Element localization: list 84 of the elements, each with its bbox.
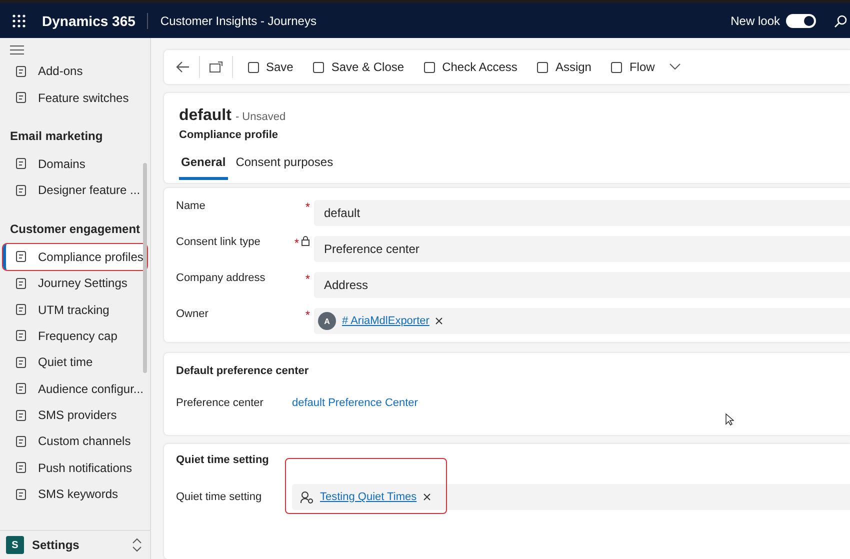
text-field[interactable]: default [314,200,850,226]
new-look-toggle[interactable] [786,14,816,28]
person-icon [300,490,314,504]
area-label: Settings [32,538,80,552]
toolbar-button[interactable]: Check Access [418,56,522,78]
mouse-pointer-icon [725,413,734,426]
text-field[interactable]: Preference center [314,236,850,262]
menu-icon[interactable] [10,45,24,55]
avatar: A [318,312,336,330]
page-icon [15,184,28,197]
popout-icon[interactable] [209,61,223,73]
field-label: Consent link type [176,236,262,248]
scrollbar[interactable] [143,163,147,373]
form-tab[interactable]: Consent purposes [234,153,336,180]
nav-item[interactable]: Add-ons [3,58,147,84]
area-badge: S [6,536,24,554]
chevron-down-icon[interactable] [668,63,681,71]
nav-section-heading: Email marketing [9,128,104,145]
nav-item[interactable]: Frequency cap [3,322,147,350]
remove-icon[interactable] [435,317,444,325]
nav-item[interactable]: UTM tracking [3,296,147,323]
field-label: Preference center [176,397,264,409]
toolbar-button[interactable]: Save & Close [307,56,410,78]
page-icon [15,91,28,104]
remove-icon[interactable] [422,493,431,501]
toolbar-button[interactable]: Assign [531,56,596,78]
text-field[interactable]: Address [314,272,850,298]
square-icon [536,60,550,74]
nav-item[interactable]: Audience configur... [3,376,147,402]
record-title: default [179,107,232,125]
nav-item[interactable]: SMS providers [3,402,147,428]
required-mark: * [294,236,299,250]
square-icon [312,60,326,74]
section-title: Default preference center [176,365,310,377]
nav-item[interactable]: SMS keywords [3,481,147,508]
toolbar-button[interactable]: Flow [605,56,660,78]
preference-center-link[interactable]: default Preference Center [292,397,418,409]
page-icon [15,303,28,316]
form-tab[interactable]: General [179,153,228,180]
page-icon [15,408,28,422]
nav-item[interactable]: Quiet time [3,349,147,376]
square-icon [610,60,624,74]
search-icon[interactable] [834,14,848,28]
page-icon [15,356,28,369]
chevron-icon [132,538,142,552]
required-mark: * [305,200,310,214]
lookup-field[interactable]: Testing Quiet Times [292,484,850,510]
field-label: Quiet time setting [176,491,263,503]
square-icon [247,60,260,74]
nav-item[interactable]: Push notifications [3,454,147,482]
toolbar-button[interactable]: Save [242,56,298,78]
back-arrow-icon[interactable] [176,61,190,73]
page-icon [15,461,28,474]
app-name[interactable]: Dynamics 365 [42,12,136,28]
nav-item[interactable]: Journey Settings [3,270,147,296]
page-icon [15,488,28,501]
square-icon [423,60,436,74]
page-icon [15,434,28,448]
area-switcher[interactable]: S Settings [0,530,150,559]
nav-item[interactable]: Domains [3,150,147,178]
page-icon [15,64,28,78]
section-title: Quiet time setting [176,454,270,466]
field-label: Owner [176,308,210,320]
required-mark: * [305,308,310,322]
owner-link[interactable]: # AriaMdlExporter [342,315,430,327]
page-icon [15,382,28,396]
nav-section-heading: Customer engagement [9,220,142,238]
page-icon [15,276,28,290]
entity-name: Compliance profile [179,129,280,141]
page-icon [15,157,28,170]
nav-item[interactable]: Feature switches [3,84,147,111]
lookup-field[interactable]: A # AriaMdlExporter [314,308,850,334]
page-icon [15,250,28,264]
quiet-time-link[interactable]: Testing Quiet Times [320,491,417,503]
field-label: Company address [176,272,266,284]
nav-item[interactable]: Custom channels [3,428,147,455]
nav-item[interactable]: Designer feature ... [3,177,147,204]
required-mark: * [305,272,310,286]
page-icon [15,329,28,342]
save-status: - Unsaved [235,111,286,123]
app-launcher-icon[interactable] [12,14,26,28]
app-area-title: Customer Insights - Journeys [160,14,316,28]
field-label: Name [176,200,206,212]
new-look-label: New look [730,14,780,28]
